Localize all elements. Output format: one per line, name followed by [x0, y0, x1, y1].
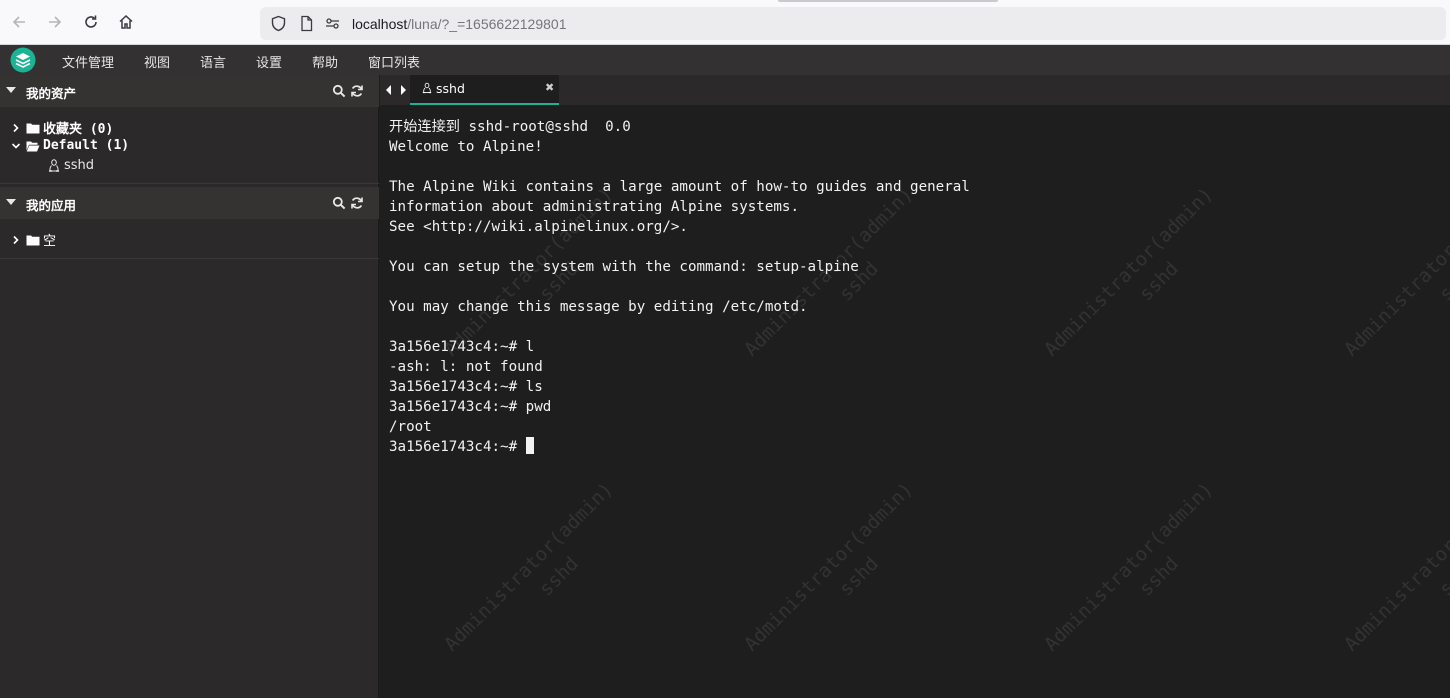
- back-arrow-icon: [12, 16, 25, 28]
- home-button[interactable]: [115, 11, 137, 33]
- chevron-down-icon[interactable]: [10, 140, 22, 152]
- reload-icon: [85, 15, 97, 28]
- asset-item-sshd[interactable]: sshd: [48, 158, 94, 173]
- jumpserver-logo-icon: [10, 47, 36, 73]
- terminal-line: 开始连接到 sshd-root@sshd 0.0: [389, 119, 631, 135]
- chevron-right-icon[interactable]: [10, 122, 22, 134]
- my-assets-title: 我的资产: [26, 86, 77, 101]
- section-divider: [0, 183, 379, 184]
- terminal-output: 开始连接到 sshd-root@sshd 0.0 Welcome to Alpin…: [389, 117, 970, 457]
- forward-button[interactable]: [44, 11, 66, 33]
- watermark-user: Administrator(admin): [740, 478, 918, 656]
- terminal-line: You can setup the system with the comman…: [389, 259, 859, 275]
- chevron-right-icon[interactable]: [10, 234, 22, 246]
- default-label: Default (1): [43, 138, 130, 153]
- apps-empty-label: 空: [43, 234, 57, 249]
- terminal-prompt-line: 3a156e1743c4:~#: [389, 437, 970, 457]
- app-menubar: 文件管理 视图 语言 设置 帮助 窗口列表: [0, 45, 1450, 75]
- tab-close-icon[interactable]: ✖: [545, 81, 554, 94]
- watermark-asset: sshd: [1435, 552, 1450, 601]
- tree-node-empty[interactable]: 空: [10, 230, 56, 249]
- terminal-line: -ash: l: not found: [389, 359, 543, 375]
- terminal-prompt: 3a156e1743c4:~#: [389, 439, 526, 455]
- shield-icon[interactable]: [270, 15, 287, 32]
- watermark-asset: sshd: [1435, 257, 1450, 306]
- terminal-line: Welcome to Alpine!: [389, 139, 543, 155]
- watermark-user: Administrator(admin): [1340, 183, 1450, 361]
- watermark-asset: sshd: [1135, 257, 1183, 306]
- asset-item-label: sshd: [64, 158, 95, 173]
- terminal-line: You may change this message by editing /…: [389, 299, 808, 315]
- terminal-line: The Alpine Wiki contains a large amount …: [389, 179, 970, 195]
- watermark-asset: sshd: [535, 552, 583, 601]
- watermark-user: Administrator(admin): [1040, 183, 1218, 361]
- refresh-icon[interactable]: [350, 196, 364, 210]
- my-apps-title: 我的应用: [26, 198, 77, 213]
- terminal-line: information about administrating Alpine …: [389, 199, 799, 215]
- terminal-line: 3a156e1743c4:~# ls: [389, 379, 543, 395]
- permissions-icon[interactable]: [324, 15, 341, 32]
- terminal-line: 3a156e1743c4:~# pwd: [389, 399, 552, 415]
- watermark-asset: sshd: [1135, 552, 1183, 601]
- menu-settings[interactable]: 设置: [256, 52, 282, 71]
- terminal-line: /root: [389, 419, 432, 435]
- watermark-user: Administrator(admin): [1340, 478, 1450, 656]
- url-text[interactable]: localhost/luna/?_=1656622129801: [352, 16, 566, 32]
- my-apps-header[interactable]: 我的应用: [0, 187, 379, 219]
- tab-scroll-arrows-icon[interactable]: [385, 84, 407, 96]
- watermark-user: Administrator(admin): [440, 478, 618, 656]
- tree-node-default[interactable]: Default (1): [10, 138, 129, 153]
- folder-icon: [26, 235, 40, 245]
- my-assets-header[interactable]: 我的资产: [0, 75, 379, 107]
- back-button[interactable]: [8, 11, 30, 33]
- terminal-line: See <http://wiki.alpinelinux.org/>.: [389, 219, 688, 235]
- menu-view[interactable]: 视图: [144, 52, 170, 71]
- search-icon[interactable]: [332, 84, 346, 98]
- search-icon[interactable]: [332, 196, 346, 210]
- linux-icon: [49, 159, 59, 172]
- menu-language[interactable]: 语言: [200, 52, 226, 71]
- folder-open-icon: [26, 141, 40, 151]
- caret-down-icon[interactable]: [6, 199, 16, 205]
- session-tab-strip: sshd ✖: [380, 75, 1450, 105]
- folder-icon: [26, 123, 40, 133]
- caret-down-icon[interactable]: [6, 87, 16, 93]
- forward-arrow-icon: [49, 16, 62, 28]
- linux-icon: [422, 82, 432, 94]
- tab-sshd[interactable]: sshd ✖: [410, 75, 559, 105]
- browser-toolbar: localhost/luna/?_=1656622129801: [0, 0, 1450, 45]
- favorites-label: 收藏夹 (0): [43, 122, 114, 137]
- watermark-user: Administrator(admin): [1040, 478, 1218, 656]
- url-path: /luna/?_=1656622129801: [407, 16, 567, 32]
- url-host: localhost: [352, 16, 408, 32]
- terminal-cursor: [525, 437, 534, 454]
- home-icon: [119, 14, 133, 29]
- page-icon[interactable]: [298, 15, 315, 32]
- terminal-view[interactable]: Administrator(admin) sshd Administrator(ad…: [380, 105, 1450, 698]
- menu-window-list[interactable]: 窗口列表: [368, 52, 420, 71]
- browser-tab-indicator: [778, 0, 998, 2]
- refresh-icon[interactable]: [350, 84, 364, 98]
- watermark-asset: sshd: [835, 552, 883, 601]
- section-divider: [0, 258, 379, 259]
- menu-file-manager[interactable]: 文件管理: [62, 52, 114, 71]
- asset-sidebar: 我的资产 收藏夹 (0) Default (1) sshd 我的应用 空: [0, 75, 379, 698]
- reload-button[interactable]: [80, 11, 102, 33]
- menu-help[interactable]: 帮助: [312, 52, 338, 71]
- tab-label: sshd: [436, 81, 465, 96]
- terminal-line: 3a156e1743c4:~# l: [389, 339, 535, 355]
- address-bar[interactable]: localhost/luna/?_=1656622129801: [260, 7, 1446, 40]
- tree-node-favorites[interactable]: 收藏夹 (0): [10, 118, 113, 137]
